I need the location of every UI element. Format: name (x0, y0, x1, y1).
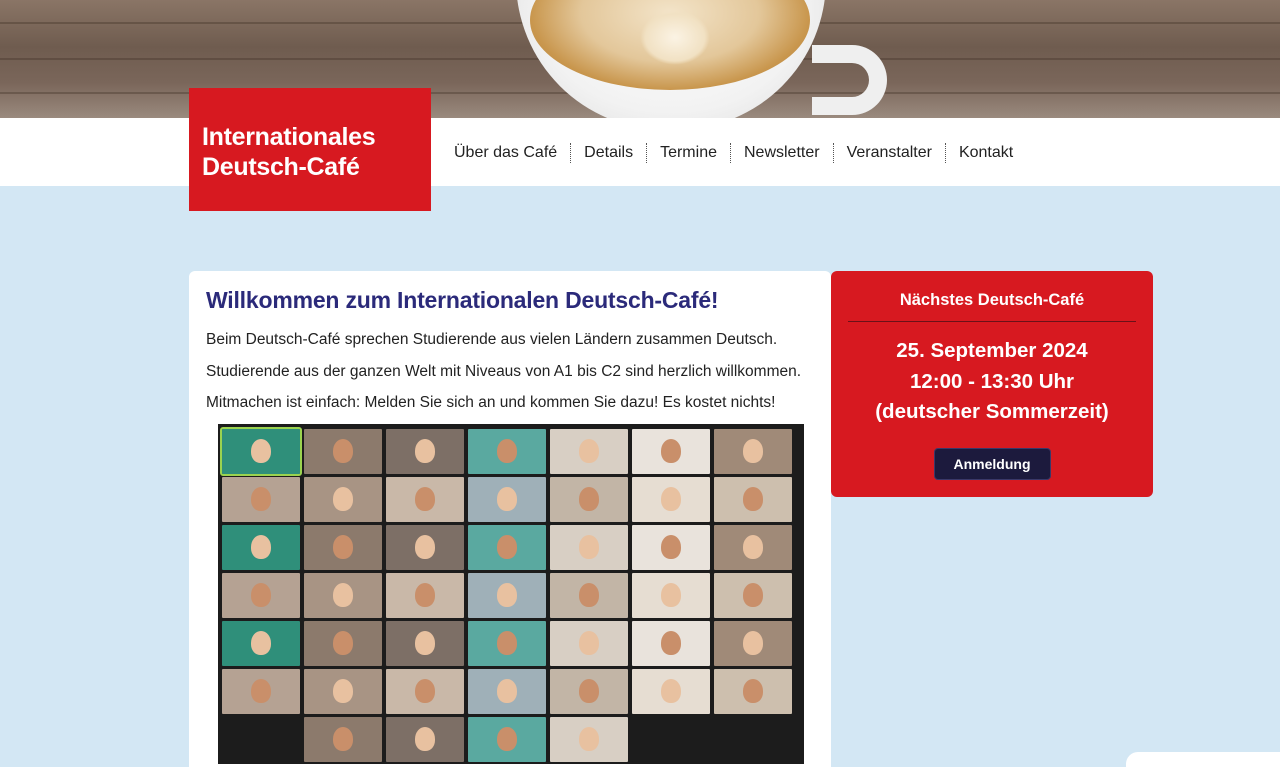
participant-tile (632, 573, 710, 618)
participant-tile (304, 717, 382, 762)
participant-tile (304, 477, 382, 522)
participant-tile (714, 621, 792, 666)
participant-tile (714, 669, 792, 714)
participant-tile (222, 477, 300, 522)
logo-line-1: Internationales (202, 123, 376, 151)
intro-paragraph-3: Mitmachen ist einfach: Melden Sie sich a… (206, 394, 776, 411)
participant-tile (468, 429, 546, 474)
participant-tile (304, 621, 382, 666)
register-button[interactable]: Anmeldung (933, 447, 1051, 480)
participant-tile (468, 621, 546, 666)
participant-tile (386, 621, 464, 666)
nav-item-termine[interactable]: Termine (646, 143, 730, 163)
participant-tile (386, 429, 464, 474)
participant-tile (550, 477, 628, 522)
participant-tile (222, 621, 300, 666)
nav-item-veranstalter[interactable]: Veranstalter (832, 143, 945, 163)
participant-tile (222, 717, 300, 762)
participant-tile (304, 525, 382, 570)
nav-item-newsletter[interactable]: Newsletter (729, 143, 833, 163)
welcome-card: Willkommen zum Internationalen Deutsch-C… (189, 271, 831, 767)
participant-tile (632, 669, 710, 714)
participant-tile (386, 717, 464, 762)
participant-tile (714, 717, 792, 762)
participant-tile (304, 573, 382, 618)
intro-paragraph-1: Beim Deutsch-Café sprechen Studierende a… (206, 331, 778, 348)
participant-tile (632, 621, 710, 666)
participant-tile (714, 525, 792, 570)
participant-tile (222, 525, 300, 570)
participant-tile (220, 427, 302, 476)
participant-tile (714, 477, 792, 522)
participant-tile (304, 429, 382, 474)
participant-tile (468, 573, 546, 618)
participant-tile (468, 525, 546, 570)
participant-tile (222, 669, 300, 714)
participant-tile (632, 429, 710, 474)
nav-item-details[interactable]: Details (570, 143, 646, 163)
participant-tile (714, 429, 792, 474)
participant-tile (468, 477, 546, 522)
nav-item-kontakt[interactable]: Kontakt (944, 143, 1026, 163)
participant-tile (386, 477, 464, 522)
site-logo[interactable]: Internationales Deutsch-Café (189, 88, 431, 211)
logo-line-2: Deutsch-Café (202, 153, 360, 181)
nav-item-ueber-das-cafe[interactable]: Über das Café (454, 143, 570, 163)
participant-tile (386, 525, 464, 570)
video-call-participants-image (218, 424, 804, 764)
participant-tile (386, 573, 464, 618)
participant-tile (550, 621, 628, 666)
event-date: 25. September 2024 (896, 339, 1088, 362)
participant-tile (304, 669, 382, 714)
participant-tile (468, 717, 546, 762)
participant-tile (550, 429, 628, 474)
participant-tile (550, 525, 628, 570)
intro-paragraph-2: Studierende aus der ganzen Welt mit Nive… (206, 362, 802, 380)
corner-widget[interactable] (1126, 752, 1280, 767)
event-time: 12:00 - 13:30 Uhr (909, 369, 1075, 393)
participant-tile (632, 477, 710, 522)
participant-tile (550, 573, 628, 618)
main-nav: Über das Café Details Termine Newsletter… (454, 143, 1026, 163)
participant-tile (222, 573, 300, 618)
participant-tile (468, 669, 546, 714)
next-event-card: Nächstes Deutsch-Café 25. September 2024… (831, 271, 1153, 497)
participant-tile (714, 573, 792, 618)
participant-tile (550, 669, 628, 714)
page-title: Willkommen zum Internationalen Deutsch-C… (206, 287, 719, 313)
event-timezone: (deutscher Sommerzeit) (875, 400, 1109, 423)
participant-tile (386, 669, 464, 714)
participant-tile (550, 717, 628, 762)
participant-tile (632, 717, 710, 762)
participant-tile (632, 525, 710, 570)
event-card-title: Nächstes Deutsch-Café (899, 291, 1085, 309)
